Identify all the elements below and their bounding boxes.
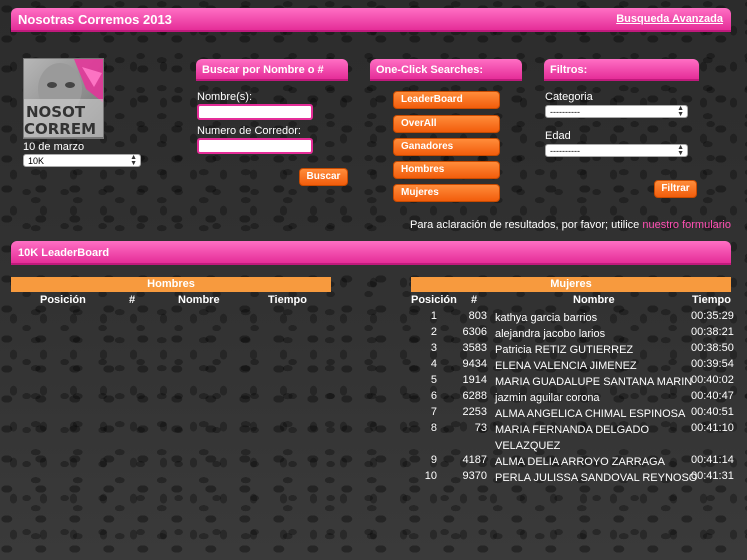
cell-name: MARIA FERNANDA DELGADO VELAZQUEZ: [495, 424, 650, 452]
cell-position: 10: [424, 470, 437, 482]
event-date: 10 de marzo: [23, 141, 85, 153]
name-label: Nombre(s):: [197, 91, 253, 103]
men-col-number: #: [129, 294, 136, 306]
cell-position: 3: [430, 342, 437, 354]
cell-name: kathya garcia barrios: [495, 312, 598, 324]
site-header: Nosotras Corremos 2013 Busqueda Avanzada: [11, 8, 731, 32]
cell-number: 3583: [462, 342, 487, 354]
select-arrows-icon: ▲ ▼: [677, 144, 684, 157]
men-col-time: Tiempo: [268, 294, 307, 306]
cell-time: 00:38:21: [691, 326, 734, 338]
cell-name: alejandra jacobo larios: [495, 328, 606, 340]
cell-number: 1914: [462, 374, 487, 386]
leaderboard-title: 10K LeaderBoard: [18, 247, 110, 259]
cell-position: 7: [430, 406, 437, 418]
men-button[interactable]: Hombres: [393, 161, 500, 179]
cell-time: 00:39:54: [691, 358, 734, 370]
name-input[interactable]: [197, 104, 313, 120]
cell-time: 00:40:02: [691, 374, 734, 386]
cell-name: ALMA DELIA ARROYO ZARRAGA: [495, 456, 665, 468]
leaderboard-button[interactable]: LeaderBoard: [393, 91, 500, 109]
men-col-name: Nombre: [178, 294, 220, 306]
select-arrows-icon: ▲ ▼: [130, 154, 137, 167]
cell-name: MARIA GUADALUPE SANTANA MARIN: [495, 376, 693, 388]
cell-position: 4: [430, 358, 437, 370]
women-button[interactable]: Mujeres: [393, 184, 500, 202]
cell-position: 1: [430, 310, 437, 322]
cell-number: 6306: [462, 326, 487, 338]
cell-time: 00:41:10: [691, 422, 734, 434]
cell-time: 00:41:14: [691, 454, 734, 466]
cell-position: 6: [430, 390, 437, 402]
men-col-position: Posición: [40, 294, 86, 306]
cell-position: 2: [430, 326, 437, 338]
category-label: Categoria: [545, 91, 593, 103]
category-select-value: ----------: [550, 107, 580, 117]
women-col-number: #: [471, 294, 478, 306]
overall-button[interactable]: OverAll: [393, 115, 500, 133]
oneclick-panel-title: One-Click Searches:: [376, 64, 483, 76]
cell-number: 6288: [462, 390, 487, 402]
men-table-heading: Hombres: [11, 277, 331, 292]
cell-number: 2253: [462, 406, 487, 418]
distance-select-value: 10K: [28, 156, 45, 166]
winners-button[interactable]: Ganadores: [393, 138, 500, 156]
category-select[interactable]: ---------- ▲ ▼: [545, 105, 688, 118]
cell-time: 00:41:31: [691, 470, 734, 482]
cell-time: 00:40:47: [691, 390, 734, 402]
age-select[interactable]: ---------- ▲ ▼: [545, 144, 688, 157]
search-panel-title: Buscar por Nombre o #: [202, 64, 324, 76]
filters-panel-title: Filtros:: [550, 64, 588, 76]
event-logo: NOSOT CORREM: [23, 58, 104, 139]
cell-position: 8: [430, 422, 437, 434]
cell-time: 00:35:29: [691, 310, 734, 322]
runner-number-input[interactable]: [197, 138, 313, 154]
oneclick-panel-header: One-Click Searches:: [370, 59, 522, 81]
cell-name: PERLA JULISSA SANDOVAL REYNOSO: [495, 472, 698, 484]
search-button[interactable]: Buscar: [299, 168, 348, 186]
women-table-heading: Mujeres: [411, 277, 731, 292]
cell-time: 00:38:50: [691, 342, 734, 354]
age-select-value: ----------: [550, 146, 580, 156]
contact-form-link[interactable]: nuestro formulario: [642, 219, 731, 231]
filter-button[interactable]: Filtrar: [654, 180, 697, 198]
cell-position: 9: [430, 454, 437, 466]
cell-name: ALMA ANGELICA CHIMAL ESPINOSA: [495, 408, 686, 420]
svg-text:NOSOT: NOSOT: [26, 103, 86, 121]
site-title: Nosotras Corremos 2013: [18, 12, 172, 27]
advanced-search-link[interactable]: Busqueda Avanzada: [616, 13, 723, 25]
clarification-note: Para aclaración de resultados, por favor…: [410, 219, 731, 231]
women-col-name: Nombre: [573, 294, 615, 306]
age-label: Edad: [545, 130, 571, 142]
cell-position: 5: [430, 374, 437, 386]
cell-name: ELENA VALENCIA JIMENEZ: [495, 360, 637, 372]
cell-time: 00:40:51: [691, 406, 734, 418]
search-panel-header: Buscar por Nombre o #: [196, 59, 348, 81]
svg-text:CORREM: CORREM: [24, 120, 96, 138]
filters-panel-header: Filtros:: [544, 59, 699, 81]
cell-name: jazmin aguilar corona: [495, 392, 600, 404]
clarification-text: Para aclaración de resultados, por favor…: [410, 219, 643, 231]
women-col-time: Tiempo: [692, 294, 731, 306]
runner-number-label: Numero de Corredor:: [197, 125, 301, 137]
select-arrows-icon: ▲ ▼: [677, 105, 684, 118]
cell-name: Patricia RETIZ GUTIERREZ: [495, 344, 634, 356]
women-col-position: Posición: [411, 294, 457, 306]
distance-select[interactable]: 10K ▲ ▼: [23, 154, 141, 167]
cell-number: 803: [468, 310, 487, 322]
cell-number: 9370: [462, 470, 487, 482]
cell-number: 9434: [462, 358, 487, 370]
cell-number: 4187: [462, 454, 487, 466]
cell-number: 73: [474, 422, 487, 434]
leaderboard-header: 10K LeaderBoard: [11, 241, 731, 265]
